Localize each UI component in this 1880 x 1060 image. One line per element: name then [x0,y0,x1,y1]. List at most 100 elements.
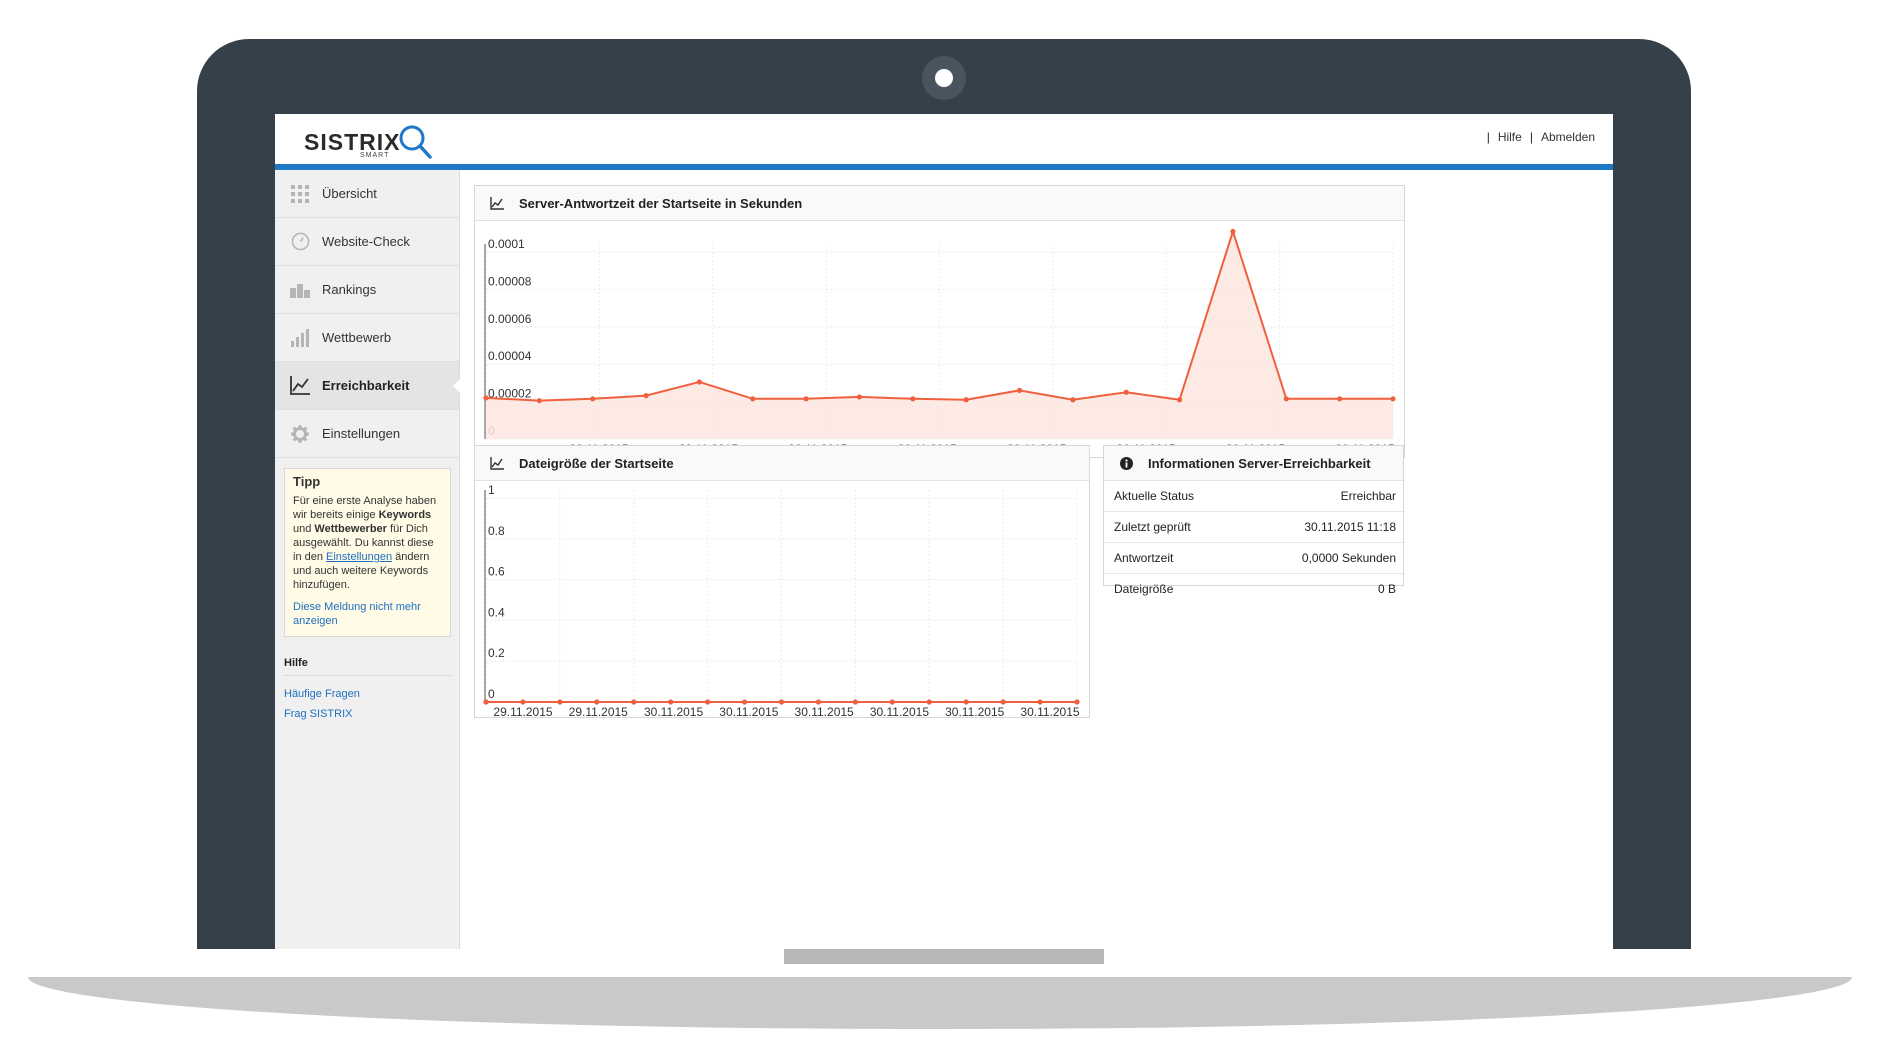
info-row-file-size: Dateigröße 0 B [1104,574,1403,604]
x-tick-label: 30.11.2015 [719,705,778,717]
data-point[interactable] [856,394,863,400]
data-point[interactable] [1337,396,1343,402]
sidebar-item-uebersicht[interactable]: Übersicht [275,170,459,218]
info-value: 0,0000 Sekunden [1301,551,1396,565]
sidebar: Übersicht Website-Check Rankings Wettbew… [275,170,460,949]
file-size-panel: Dateigröße der Startseite 0 0.2 0.4 0.6 0.8 1… [474,445,1090,718]
sidebar-item-label: Übersicht [322,186,377,201]
info-icon [1104,456,1148,470]
data-point[interactable] [594,699,600,705]
header-accent-bar [275,164,1613,170]
ask-sistrix-link[interactable]: Frag SISTRIX [284,704,459,724]
data-point[interactable] [889,699,895,705]
data-point[interactable] [1000,699,1006,705]
x-tick-label: 29.11.2015 [569,705,628,717]
info-row-response-time: Antwortzeit 0,0000 Sekunden [1104,543,1403,574]
y-tick-label: 0.00004 [488,349,532,363]
response-time-chart: 00.000020.000040.000060.000080.000129.11… [483,228,1396,456]
response-time-panel: Server-Antwortzeit der Startseite in Sek… [474,185,1405,458]
tipp-bold-keywords: Keywords [378,509,432,521]
data-point[interactable] [852,699,858,705]
data-point[interactable] [483,699,489,705]
separator: | [1486,130,1490,144]
help-links: Häufige Fragen Frag SISTRIX [284,684,459,724]
panel-title: Server-Antwortzeit der Startseite in Sek… [519,195,803,211]
tipp-settings-link[interactable]: Einstellungen [326,551,392,563]
sidebar-item-erreichbarkeit[interactable]: Erreichbarkeit [275,362,460,410]
data-point[interactable] [963,397,969,403]
tipp-box: Tipp Für eine erste Analyse haben wir be… [284,468,451,637]
data-point[interactable] [926,699,932,705]
y-tick-label: 0.0001 [488,237,525,251]
info-label: Aktuelle Status [1114,489,1195,503]
sidebar-item-rankings[interactable]: Rankings [275,266,459,314]
header: SISTRIX SMART | Hilfe | Abmelden [275,114,1613,164]
header-links: | Hilfe | Abmelden [1479,130,1595,144]
y-tick-label: 1 [488,483,495,497]
data-point[interactable] [1176,397,1183,403]
data-point[interactable] [520,699,526,705]
data-point[interactable] [1037,699,1043,705]
info-label: Dateigröße [1114,582,1174,596]
y-tick-label: 0.2 [488,646,505,660]
x-tick-label: 29.11.2015 [493,705,552,717]
info-label: Zuletzt geprüft [1114,520,1191,534]
info-value: 0 B [1377,582,1396,596]
panel-header: Informationen Server-Erreichbarkeit [1104,446,1403,481]
data-point[interactable] [910,396,916,402]
data-point[interactable] [1074,699,1080,705]
data-point[interactable] [668,699,674,705]
data-point[interactable] [1016,387,1023,393]
sidebar-item-label: Einstellungen [322,426,401,441]
server-info-panel: Informationen Server-Erreichbarkeit Aktu… [1103,445,1404,596]
data-point[interactable] [803,396,809,402]
x-tick-label: 30.11.2015 [1020,705,1079,717]
panel-title: Informationen Server-Erreichbarkeit [1148,455,1371,471]
line-chart-icon [290,376,310,396]
line-chart-icon [475,456,519,470]
data-point[interactable] [590,396,596,402]
tipp-bold-wettbewerber: Wettbewerber [314,523,387,535]
data-point[interactable] [750,396,756,402]
data-point[interactable] [815,699,822,705]
data-point[interactable] [557,699,563,705]
gear-icon [290,424,310,444]
panel-header: Server-Antwortzeit der Startseite in Sek… [475,186,1404,221]
faq-link[interactable]: Häufige Fragen [284,684,459,704]
data-point[interactable] [536,398,542,404]
data-point[interactable] [1230,228,1236,235]
info-label: Antwortzeit [1114,551,1174,565]
x-tick-label: 30.11.2015 [795,705,854,717]
file-size-chart: 0 0.2 0.4 0.6 0.8 1 29.11.2015 29.11.2015 30.11.… [483,483,1080,717]
sidebar-item-einstellungen[interactable]: Einstellungen [275,410,459,458]
panel-title: Dateigröße der Startseite [519,455,674,471]
y-tick-label: 0.00008 [488,274,532,288]
series-area [486,231,1393,439]
gauge-icon [290,232,310,252]
panel-header: Dateigröße der Startseite [475,446,1089,481]
data-point[interactable] [1070,397,1076,403]
data-point[interactable] [643,393,649,399]
tipp-dismiss-link[interactable]: Diese Meldung nicht mehr anzeigen [293,600,442,628]
data-point[interactable] [778,699,785,705]
screen: SISTRIX SMART | Hilfe | Abmelden Übersicht … [275,114,1613,949]
help-section-title: Hilfe [284,657,451,676]
data-point[interactable] [483,395,489,401]
data-point[interactable] [631,699,637,705]
sidebar-item-website-check[interactable]: Website-Check [275,218,459,266]
sidebar-item-wettbewerb[interactable]: Wettbewerb [275,314,459,362]
data-point[interactable] [705,699,711,705]
info-row-status: Aktuelle Status Erreichbar [1104,481,1403,512]
logout-link[interactable]: Abmelden [1541,130,1595,144]
tipp-text: Für eine erste Analyse haben wir bereits… [293,494,442,592]
data-point[interactable] [696,379,703,385]
laptop-hinge [784,949,1104,964]
data-point[interactable] [1123,389,1129,395]
info-row-last-checked: Zuletzt geprüft 30.11.2015 11:18 [1104,512,1403,543]
data-point[interactable] [963,699,969,705]
data-point[interactable] [741,699,748,705]
data-point[interactable] [1390,396,1396,402]
x-tick-label: 30.11.2015 [870,705,929,717]
help-link[interactable]: Hilfe [1498,130,1522,144]
data-point[interactable] [1283,396,1289,402]
